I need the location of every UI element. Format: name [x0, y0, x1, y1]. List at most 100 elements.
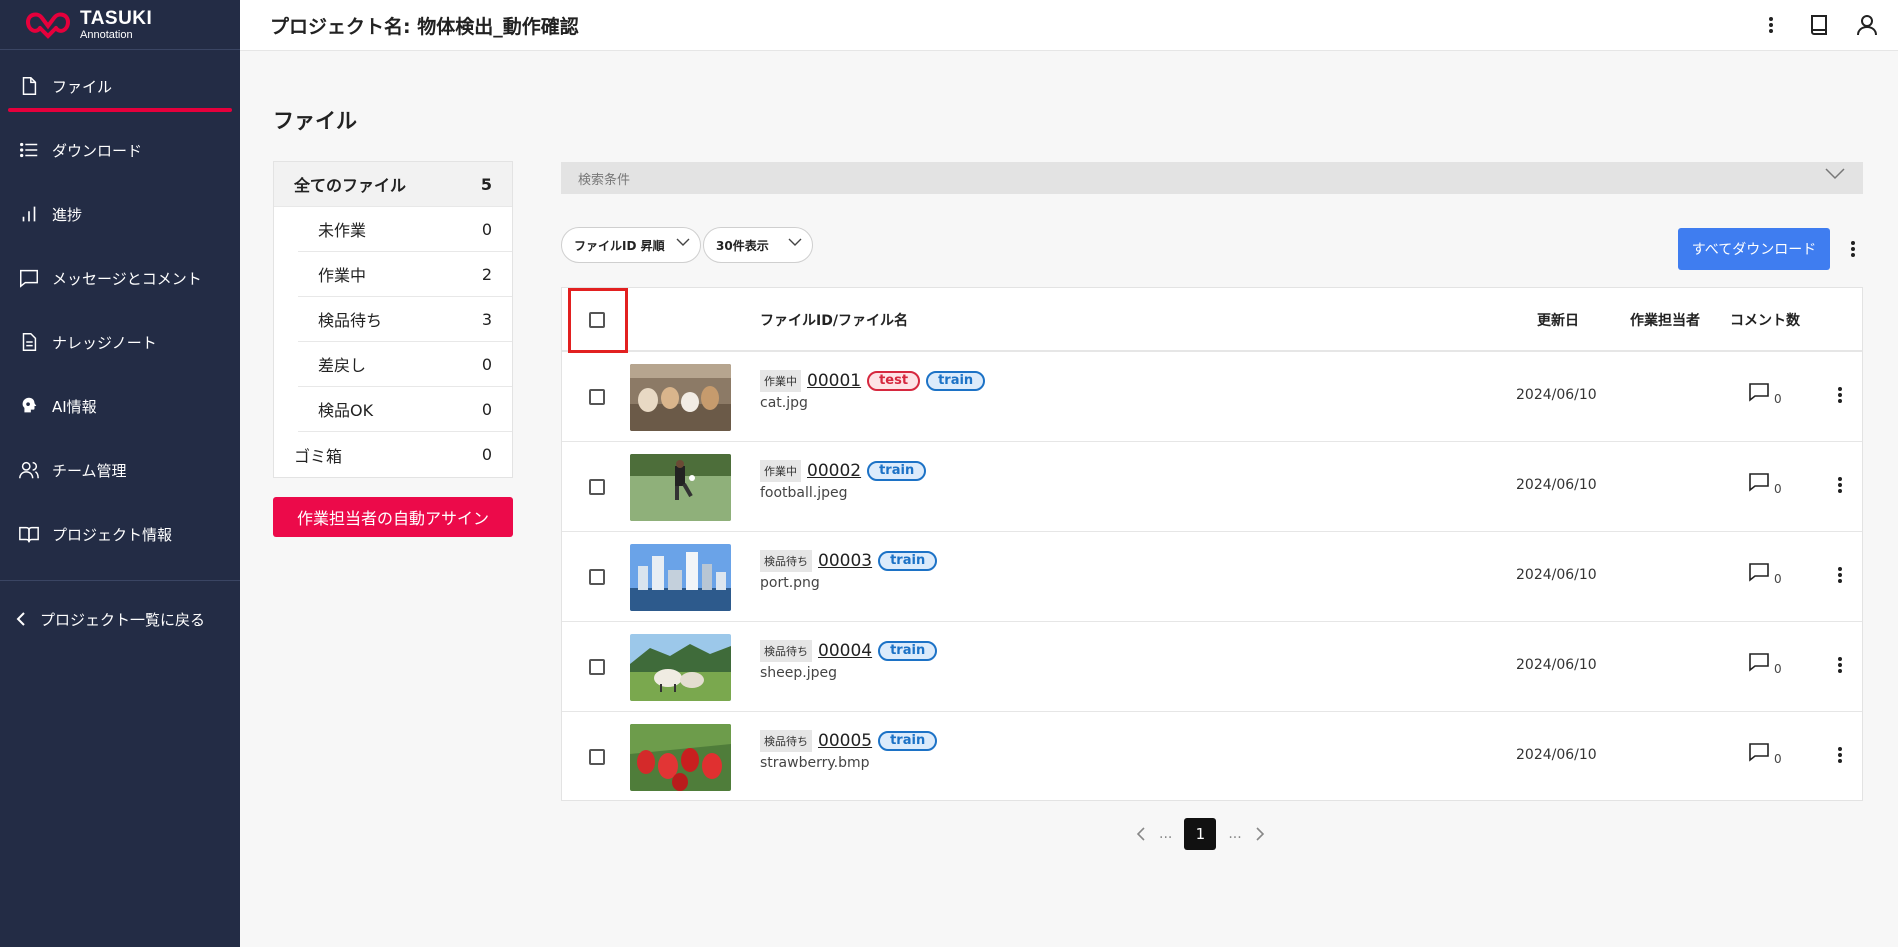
- sidebar-item-label: AI情報: [52, 397, 97, 416]
- chevron-left-icon: [16, 612, 25, 626]
- select-all-checkbox[interactable]: [589, 312, 605, 328]
- comment-count[interactable]: 0: [1748, 472, 1782, 496]
- tag-train[interactable]: train: [878, 641, 938, 661]
- comment-count[interactable]: 0: [1748, 742, 1782, 766]
- filter-trash[interactable]: ゴミ箱 0: [274, 432, 512, 477]
- file-id-link[interactable]: 00005: [818, 731, 872, 751]
- table-row[interactable]: 検品待ち 00004 train sheep.jpeg 2024/06/10 0: [562, 622, 1862, 712]
- download-all-button[interactable]: すべてダウンロード: [1678, 228, 1830, 270]
- sidebar-item-label: 進捗: [52, 205, 83, 224]
- book-icon[interactable]: [1806, 12, 1832, 38]
- updated-date: 2024/06/10: [1516, 477, 1597, 493]
- more-vert-icon[interactable]: [1758, 12, 1784, 38]
- more-vert-icon[interactable]: [1830, 562, 1850, 588]
- more-vert-icon[interactable]: [1830, 652, 1850, 678]
- filter-label: 検品待ち: [318, 311, 383, 330]
- thumbnail-cat[interactable]: [630, 364, 731, 431]
- more-vert-icon[interactable]: [1830, 472, 1850, 498]
- sidebar-item-team[interactable]: チーム管理: [0, 438, 240, 502]
- filter-inspection-ok[interactable]: 検品OK 0: [298, 387, 512, 432]
- table-row[interactable]: 検品待ち 00003 train port.png 2024/06/10 0: [562, 532, 1862, 622]
- tag-train[interactable]: train: [878, 551, 938, 571]
- updated-date: 2024/06/10: [1516, 567, 1597, 583]
- filter-count: 5: [480, 174, 492, 194]
- comment-count[interactable]: 0: [1748, 652, 1782, 676]
- sidebar-item-project-info[interactable]: プロジェクト情報: [0, 502, 240, 566]
- thumbnail-sheep[interactable]: [630, 634, 731, 701]
- sidebar-item-download[interactable]: ダウンロード: [0, 118, 240, 182]
- user-icon[interactable]: [1854, 12, 1880, 38]
- comment-count[interactable]: 0: [1748, 382, 1782, 406]
- ai-head-icon: [22, 397, 37, 413]
- file-status-filter: 全てのファイル 5 未作業 0 作業中 2 検品待ち 3 差戻し 0 検品OK …: [273, 161, 513, 478]
- bar-chart-icon: [22, 206, 36, 222]
- sidebar-item-messages[interactable]: メッセージとコメント: [0, 246, 240, 310]
- row-checkbox[interactable]: [589, 389, 605, 405]
- row-checkbox[interactable]: [589, 569, 605, 585]
- logo[interactable]: TASUKI Annotation: [0, 0, 240, 50]
- search-conditions-toggle[interactable]: 検索条件: [561, 162, 1863, 194]
- header-actions: [1758, 12, 1880, 38]
- file-info: 検品待ち 00003 train port.png: [760, 550, 938, 591]
- more-vert-icon[interactable]: [1830, 742, 1850, 768]
- filter-all-files[interactable]: 全てのファイル 5: [274, 162, 512, 207]
- filter-count: 0: [481, 354, 492, 374]
- filter-label: 全てのファイル: [294, 176, 407, 195]
- status-badge: 作業中: [760, 460, 801, 482]
- page-size-select-value: 30件表示: [716, 238, 769, 253]
- table-row[interactable]: 作業中 00002 train football.jpeg 2024/06/10…: [562, 442, 1862, 532]
- filter-count: 2: [481, 264, 492, 284]
- filter-count: 0: [481, 399, 492, 419]
- sidebar-item-files[interactable]: ファイル: [0, 54, 240, 118]
- tag-train[interactable]: train: [867, 461, 927, 481]
- comment-count[interactable]: 0: [1748, 562, 1782, 586]
- row-checkbox[interactable]: [589, 749, 605, 765]
- filter-awaiting-inspection[interactable]: 検品待ち 3: [298, 297, 512, 342]
- table-row[interactable]: 検品待ち 00005 train strawberry.bmp 2024/06/…: [562, 712, 1862, 802]
- more-vert-icon[interactable]: [1830, 382, 1850, 408]
- file-id-link[interactable]: 00003: [818, 551, 872, 571]
- updated-date: 2024/06/10: [1516, 747, 1597, 763]
- thumbnail-football[interactable]: [630, 454, 731, 521]
- filter-label: 作業中: [318, 266, 367, 285]
- row-checkbox[interactable]: [589, 659, 605, 675]
- comment-count-value: 0: [1774, 482, 1782, 496]
- logo-sub-text: Annotation: [80, 28, 133, 41]
- comment-count-value: 0: [1774, 662, 1782, 676]
- back-to-projects-link[interactable]: プロジェクト一覧に戻る: [0, 591, 240, 647]
- page-number-current[interactable]: 1: [1184, 818, 1217, 850]
- sort-select-value: ファイルID 昇順: [574, 238, 665, 253]
- file-id-link[interactable]: 00002: [807, 461, 861, 481]
- thumbnail-port[interactable]: [630, 544, 731, 611]
- chevron-left-icon[interactable]: [1135, 826, 1147, 842]
- sidebar-item-ai[interactable]: AI情報: [0, 374, 240, 438]
- filter-not-started[interactable]: 未作業 0: [298, 207, 512, 252]
- tag-train[interactable]: train: [878, 731, 938, 751]
- file-id-link[interactable]: 00004: [818, 641, 872, 661]
- file-id-link[interactable]: 00001: [807, 371, 861, 391]
- tag-train[interactable]: train: [926, 371, 986, 391]
- chevron-down-icon: [1825, 168, 1845, 180]
- filter-in-progress[interactable]: 作業中 2: [298, 252, 512, 297]
- filter-returned[interactable]: 差戻し 0: [298, 342, 512, 387]
- table-row[interactable]: 作業中 00001 test train cat.jpg 2024/06/10 …: [562, 352, 1862, 442]
- thumbnail-strawberry[interactable]: [630, 724, 731, 791]
- more-vert-icon[interactable]: [1842, 236, 1864, 262]
- status-badge: 検品待ち: [760, 730, 812, 752]
- page-size-select[interactable]: 30件表示: [703, 227, 813, 263]
- sidebar-item-label: ファイル: [52, 77, 113, 96]
- sidebar-item-progress[interactable]: 進捗: [0, 182, 240, 246]
- chevron-right-icon[interactable]: [1254, 826, 1266, 842]
- sidebar-nav: ファイル ダウンロード 進捗 メッセージとコメント ナレッジノート AI情報 チ…: [0, 50, 240, 566]
- tag-test[interactable]: test: [867, 371, 921, 391]
- file-name: football.jpeg: [760, 485, 848, 501]
- message-icon: [20, 269, 38, 288]
- sidebar-item-knowledge[interactable]: ナレッジノート: [0, 310, 240, 374]
- file-info: 作業中 00002 train football.jpeg: [760, 460, 927, 501]
- file-info: 作業中 00001 test train cat.jpg: [760, 370, 986, 411]
- filter-label: 検品OK: [318, 401, 374, 420]
- row-checkbox[interactable]: [589, 479, 605, 495]
- sort-select[interactable]: ファイルID 昇順: [561, 227, 701, 263]
- auto-assign-button[interactable]: 作業担当者の自動アサイン: [273, 497, 513, 537]
- filter-count: 3: [481, 309, 492, 329]
